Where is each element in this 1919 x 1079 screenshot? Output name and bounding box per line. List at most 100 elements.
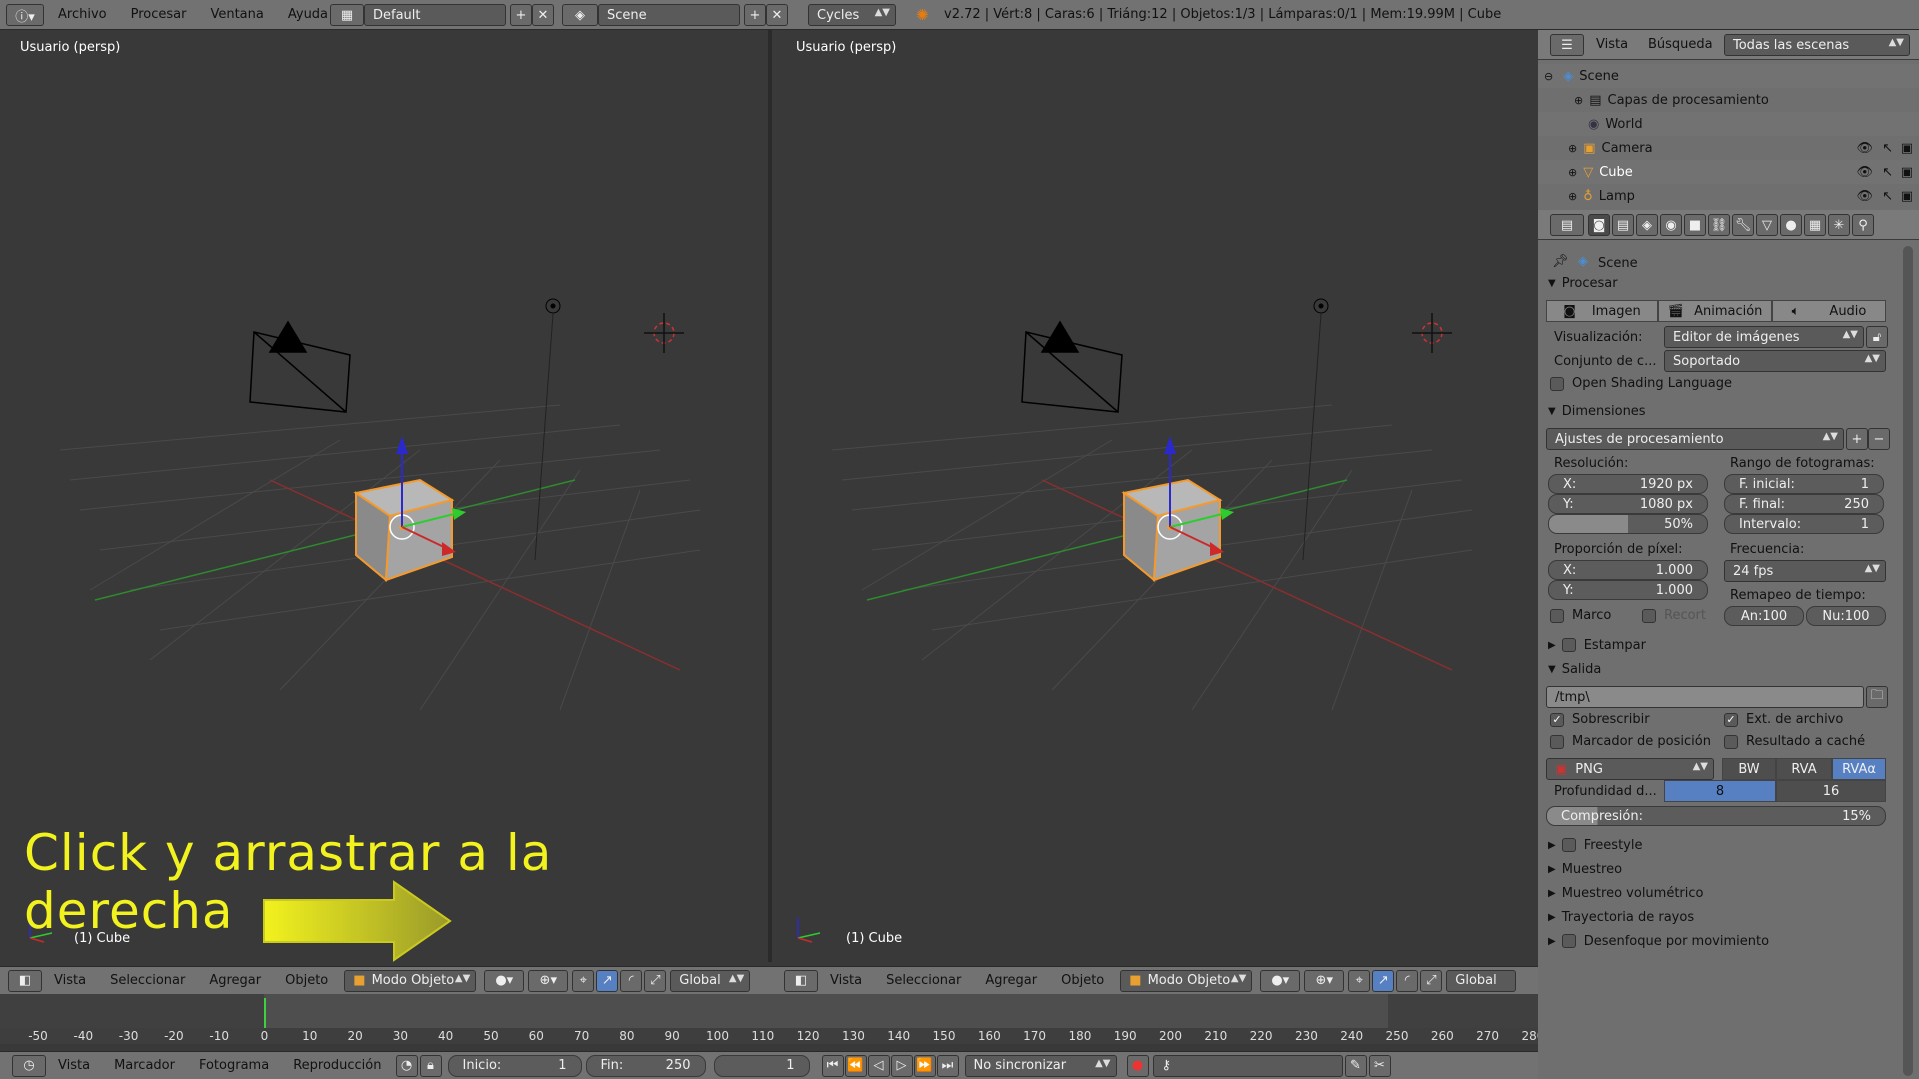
render-engine-select[interactable]: Cycles ▲▼ (808, 4, 896, 26)
eye-icon-cube[interactable]: 👁︎ (1856, 165, 1873, 180)
render-image-button[interactable]: ◙ Imagen (1546, 300, 1658, 322)
start-frame-field[interactable]: Inicio: 1 (447, 1054, 582, 1077)
vr-orientation-select[interactable]: Global (1446, 969, 1517, 992)
eye-icon[interactable]: 👁︎ (1856, 141, 1873, 156)
menu-procesar[interactable]: Procesar (131, 7, 187, 22)
collapse-icon[interactable]: ⊖ (1544, 70, 1553, 83)
panel-muestreo-header[interactable]: ▶ Muestreo (1538, 858, 1903, 880)
placeholders-checkbox[interactable]: Marcador de posición (1550, 734, 1711, 749)
editor-type-info-icon[interactable]: ⓘ▾ (6, 4, 44, 26)
vl-mode-select[interactable]: ■ Modo Objeto ▲▼ (344, 969, 477, 992)
file-format-select[interactable]: ▣ PNG ▲▼ (1546, 758, 1714, 780)
menu-ventana[interactable]: Ventana (210, 7, 263, 22)
resolution-y-field[interactable]: Y: 1080 px (1548, 494, 1708, 514)
expand-icon-lamp[interactable]: ⊕ (1568, 190, 1577, 203)
layout-select[interactable]: Default (364, 4, 506, 26)
outliner-row-lamp[interactable]: ⊕ ♁ Lamp 👁︎ ↖ ▣ (1538, 184, 1919, 208)
expand-icon-cube[interactable]: ⊕ (1568, 166, 1577, 179)
border-checkbox[interactable]: Marco (1550, 608, 1611, 623)
panel-trayectoria-header[interactable]: ▶ Trayectoria de rayos (1538, 906, 1903, 928)
render-tab-icon[interactable]: ◙ (1588, 214, 1610, 236)
cache-result-checkbox[interactable]: Resultado a caché (1724, 734, 1865, 749)
remove-preset-icon[interactable]: − (1868, 428, 1890, 450)
outliner-row-cube[interactable]: ⊕ ▽ Cube 👁︎ ↖ ▣ (1538, 160, 1919, 184)
scene-tab-icon[interactable]: ◈ (1636, 214, 1658, 236)
vr-translate-icon[interactable]: ↗ (1372, 969, 1395, 992)
outliner-row-camera[interactable]: ⊕ ▣ Camera 👁︎ ↖ ▣ (1538, 136, 1919, 160)
remove-scene-icon[interactable]: ✕ (766, 4, 788, 26)
outliner-row-world[interactable]: ◉ World (1538, 112, 1919, 136)
panel-freestyle-header[interactable]: ▶ Freestyle (1538, 834, 1903, 856)
object-tab-icon[interactable]: ■ (1684, 214, 1706, 236)
compression-slider[interactable]: Compresión: 15% (1546, 806, 1886, 826)
play-reverse-icon[interactable]: ◁ (867, 1054, 890, 1077)
end-frame-field[interactable]: Fin: 250 (585, 1054, 706, 1077)
cursor-select-icon-cube[interactable]: ↖ (1882, 165, 1893, 180)
lock-interface-icon[interactable]: 🔓︎ (1866, 326, 1888, 348)
tl-menu-reproduccion[interactable]: Reproducción (293, 1058, 381, 1073)
frame-end-field[interactable]: F. final: 250 (1724, 494, 1884, 514)
remove-layout-icon[interactable]: ✕ (532, 4, 554, 26)
viewport-left[interactable]: Usuario (persp) Click y arrastrar a la d… (0, 30, 772, 962)
keying-set-select[interactable]: ⚷ (1152, 1054, 1343, 1077)
freestyle-checkbox[interactable] (1561, 838, 1576, 852)
editor-type-timeline-icon[interactable]: ◷ (12, 1054, 46, 1077)
outliner-row-render-layers[interactable]: ⊕ ▤ Capas de procesamiento (1538, 88, 1919, 112)
expand-icon-camera[interactable]: ⊕ (1568, 142, 1577, 155)
material-tab-icon[interactable]: ● (1780, 214, 1802, 236)
vr-shading-icon[interactable]: ●▾ (1260, 969, 1301, 992)
layout-icon[interactable]: ▦ (330, 4, 364, 26)
frame-start-field[interactable]: F. inicial: 1 (1724, 474, 1884, 494)
current-frame-field[interactable]: 1 (713, 1054, 810, 1077)
add-preset-icon[interactable]: + (1846, 428, 1868, 450)
vr-menu-agregar[interactable]: Agregar (985, 973, 1037, 988)
modifiers-tab-icon[interactable]: 🔧︎ (1732, 214, 1754, 236)
vr-menu-seleccionar[interactable]: Seleccionar (886, 973, 961, 988)
physics-tab-icon[interactable]: ⚲ (1852, 214, 1874, 236)
render-icon-lamp[interactable]: ▣ (1901, 189, 1913, 204)
file-ext-checkbox[interactable]: ✓ Ext. de archivo (1724, 712, 1843, 727)
aspect-y-field[interactable]: Y: 1.000 (1548, 580, 1708, 600)
vr-scale-icon[interactable]: ⤢ (1420, 969, 1443, 992)
panel-estampar-header[interactable]: ▶ Estampar (1538, 634, 1903, 656)
scene-icon[interactable]: ◈ (562, 4, 598, 26)
render-audio-button[interactable]: 🔈︎ Audio (1772, 300, 1886, 322)
vl-menu-objeto[interactable]: Objeto (285, 973, 328, 988)
vl-rotate-icon[interactable]: ◜ (620, 969, 643, 992)
vr-mode-select[interactable]: ■ Modo Objeto ▲▼ (1120, 969, 1253, 992)
expand-icon[interactable]: ⊕ (1574, 94, 1583, 107)
panel-dimensiones-header[interactable]: ▼ Dimensiones (1538, 400, 1903, 422)
vl-scale-icon[interactable]: ⤢ (644, 969, 667, 992)
overwrite-checkbox[interactable]: ✓ Sobrescribir (1550, 712, 1650, 727)
constraints-tab-icon[interactable]: ⛓ (1708, 214, 1730, 236)
editor-type-outliner-icon[interactable]: ☰ (1550, 34, 1584, 56)
render-layers-tab-icon[interactable]: ▤ (1612, 214, 1634, 236)
vr-menu-vista[interactable]: Vista (830, 973, 862, 988)
insert-key-icon[interactable]: ✎ (1344, 1054, 1367, 1077)
vl-menu-seleccionar[interactable]: Seleccionar (110, 973, 185, 988)
outliner-filter-select[interactable]: Todas las escenas ▲▼ (1724, 34, 1910, 56)
preview-range-icon[interactable]: ◔ (395, 1054, 418, 1077)
vr-rotate-icon[interactable]: ◜ (1396, 969, 1419, 992)
vl-translate-icon[interactable]: ↗ (596, 969, 619, 992)
resolution-percent-slider[interactable]: 50% (1548, 514, 1708, 534)
render-animation-button[interactable]: 🎬︎ Animación (1658, 300, 1772, 322)
properties-scrollbar[interactable] (1903, 246, 1913, 1076)
panel-motion-blur-header[interactable]: ▶ Desenfoque por movimiento (1538, 930, 1903, 952)
outliner-row-scene[interactable]: ⊖ ◈ Scene (1538, 64, 1919, 88)
record-icon[interactable]: ● (1126, 1054, 1149, 1077)
aspect-x-field[interactable]: X: 1.000 (1548, 560, 1708, 580)
particles-tab-icon[interactable]: ✳ (1828, 214, 1850, 236)
outliner-menu-vista[interactable]: Vista (1596, 37, 1628, 52)
play-icon[interactable]: ▷ (890, 1054, 913, 1077)
editor-type-properties-icon[interactable]: ▤ (1550, 214, 1584, 236)
current-frame-line[interactable] (264, 998, 266, 1028)
menu-ayuda[interactable]: Ayuda (288, 7, 328, 22)
panel-procesar-header[interactable]: ▼ Procesar (1538, 272, 1903, 294)
scene-select[interactable]: Scene (598, 4, 740, 26)
vl-pivot-icon[interactable]: ⊕▾ (528, 969, 569, 992)
tl-menu-marcador[interactable]: Marcador (114, 1058, 175, 1073)
viewport-right[interactable]: Usuario (persp) (1) Cube (772, 30, 1538, 962)
vl-shading-icon[interactable]: ●▾ (484, 969, 525, 992)
osl-checkbox[interactable]: Open Shading Language (1550, 376, 1732, 391)
